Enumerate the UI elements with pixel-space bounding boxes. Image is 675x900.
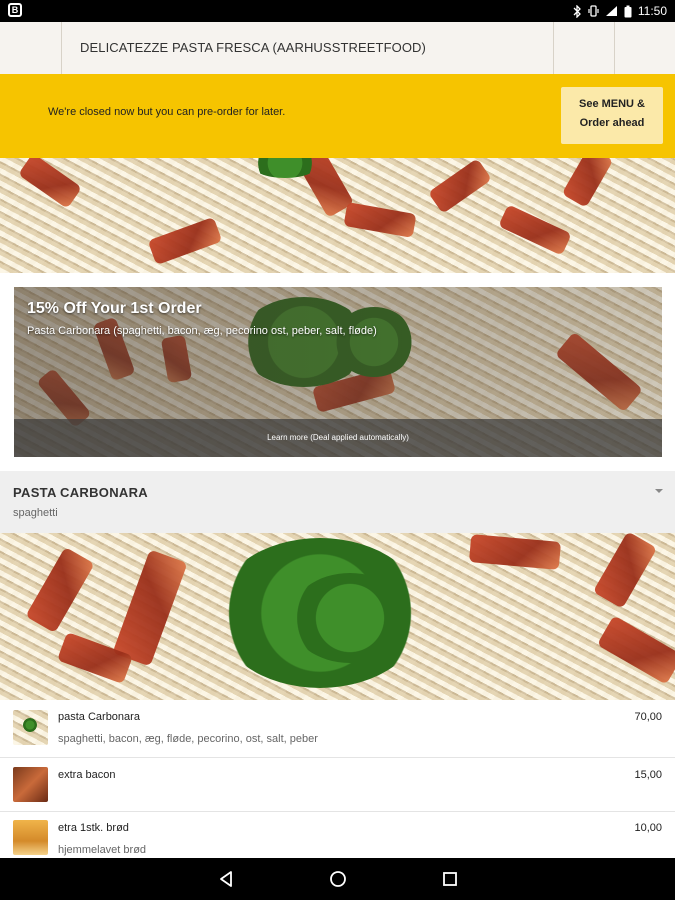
category-image [0, 533, 675, 700]
item-thumbnail [13, 710, 48, 745]
hero-image [0, 158, 675, 273]
item-price: 10,00 [634, 822, 662, 834]
restaurant-title: DELICATEZZE PASTA FRESCA (AARHUSSTREETFO… [80, 40, 426, 55]
item-price: 70,00 [634, 711, 662, 723]
deal-description: Pasta Carbonara (spaghetti, bacon, æg, p… [27, 325, 377, 337]
item-name: pasta Carbonara [58, 711, 140, 723]
item-description: hjemmelavet brød [58, 844, 147, 856]
item-name: etra 1stk. brød [58, 822, 129, 834]
item-price: 15,00 [634, 769, 662, 781]
vibrate-icon [588, 5, 599, 17]
menu-item[interactable]: etra 1stk. brød hjemmelavet brød 10,00 [0, 812, 675, 858]
status-bar: B 11:50 [0, 0, 675, 22]
menu-item-list: pasta Carbonara spaghetti, bacon, æg, fl… [0, 700, 675, 858]
header-divider [61, 22, 62, 74]
deal-title: 15% Off Your 1st Order [27, 300, 202, 317]
menu-item[interactable]: pasta Carbonara spaghetti, bacon, æg, fl… [0, 700, 675, 758]
item-description: spaghetti, bacon, æg, fløde, pecorino, o… [58, 733, 318, 745]
menu-item[interactable]: extra bacon 15,00 [0, 758, 675, 812]
item-thumbnail [13, 820, 48, 855]
recents-icon[interactable] [440, 869, 460, 889]
bluetooth-icon [573, 4, 581, 18]
clock: 11:50 [637, 4, 667, 18]
see-menu-order-ahead-button[interactable]: See MENU & Order ahead [561, 87, 663, 144]
category-header[interactable]: PASTA CARBONARA spaghetti [0, 471, 675, 533]
app-header: DELICATEZZE PASTA FRESCA (AARHUSSTREETFO… [0, 22, 675, 75]
back-icon[interactable] [216, 869, 236, 889]
item-name: extra bacon [58, 769, 116, 781]
app-notification-icon: B [8, 3, 22, 17]
system-nav-bar [0, 858, 675, 900]
header-divider [614, 22, 615, 74]
battery-icon [624, 5, 632, 17]
collapse-caret-icon[interactable] [655, 489, 663, 493]
category-title: PASTA CARBONARA [13, 485, 148, 500]
button-label-line1: See MENU & [578, 98, 646, 110]
home-icon[interactable] [328, 869, 348, 889]
learn-more-link[interactable]: Learn more (Deal applied automatically) [14, 419, 662, 457]
signal-icon [605, 6, 617, 16]
closed-message: We're closed now but you can pre-order f… [48, 106, 286, 118]
status-icons: 11:50 [573, 0, 667, 22]
deal-card[interactable]: 15% Off Your 1st Order Pasta Carbonara (… [14, 287, 662, 457]
header-divider [553, 22, 554, 74]
item-thumbnail [13, 767, 48, 802]
button-label-line2: Order ahead [579, 117, 645, 129]
category-subtitle: spaghetti [13, 507, 58, 519]
